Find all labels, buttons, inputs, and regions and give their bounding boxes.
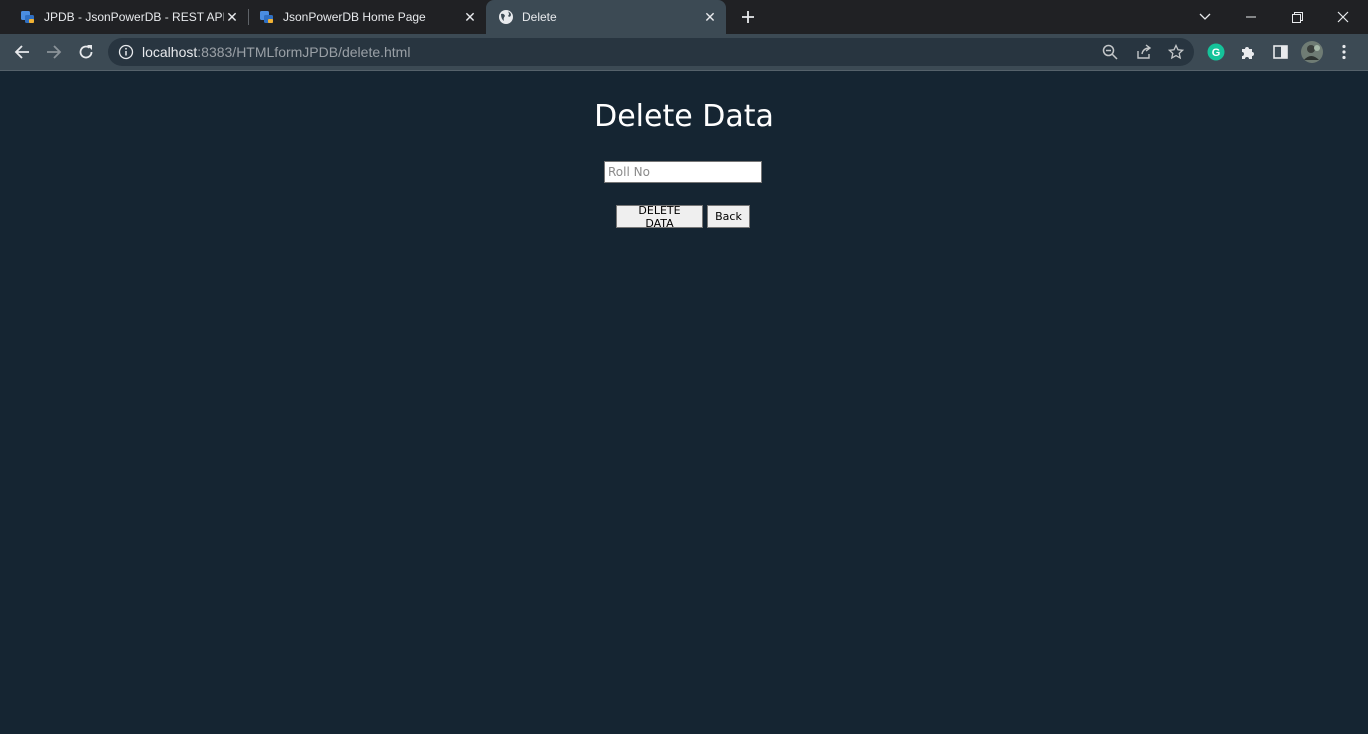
browser-toolbar: localhost:8383/HTMLformJPDB/delete.html … xyxy=(0,34,1368,71)
profile-avatar[interactable] xyxy=(1298,38,1326,66)
reload-icon[interactable] xyxy=(72,38,100,66)
back-button[interactable]: Back xyxy=(707,205,750,228)
tab-jpdb-home[interactable]: JsonPowerDB Home Page ✕ xyxy=(248,0,486,34)
bookmark-star-icon[interactable] xyxy=(1166,42,1186,62)
close-tab-icon[interactable]: ✕ xyxy=(702,9,718,25)
grammarly-letter: G xyxy=(1212,47,1221,59)
menu-kebab-icon[interactable] xyxy=(1330,38,1358,66)
tab-delete[interactable]: Delete ✕ xyxy=(486,0,726,34)
tab-title: JPDB - JsonPowerDB - REST API J xyxy=(44,10,224,24)
page-title: Delete Data xyxy=(594,99,774,134)
forward-arrow-icon[interactable] xyxy=(40,38,68,66)
close-tab-icon[interactable]: ✕ xyxy=(224,9,240,25)
grammarly-extension-icon[interactable]: G xyxy=(1202,38,1230,66)
url-host: localhost xyxy=(142,44,198,60)
extensions-puzzle-icon[interactable] xyxy=(1234,38,1262,66)
new-tab-plus-icon[interactable] xyxy=(738,7,758,27)
address-bar[interactable]: localhost:8383/HTMLformJPDB/delete.html xyxy=(108,38,1194,66)
url-path: :8383/HTMLformJPDB/delete.html xyxy=(197,44,411,60)
tab-strip: JPDB - JsonPowerDB - REST API J ✕ JsonPo… xyxy=(0,0,1368,34)
zoom-magnifier-icon[interactable] xyxy=(1100,42,1120,62)
share-icon[interactable] xyxy=(1134,42,1154,62)
tab-title: JsonPowerDB Home Page xyxy=(283,10,426,24)
page-content: Delete Data DELETE DATA Back xyxy=(0,71,1368,734)
globe-icon xyxy=(499,10,513,24)
restore-icon[interactable] xyxy=(1274,0,1320,34)
delete-data-button[interactable]: DELETE DATA xyxy=(616,204,703,230)
back-arrow-icon[interactable] xyxy=(8,38,36,66)
jpdb-logo-icon xyxy=(21,11,34,23)
roll-no-input[interactable] xyxy=(604,161,762,183)
side-panel-icon[interactable] xyxy=(1266,38,1294,66)
url-text: localhost:8383/HTMLformJPDB/delete.html xyxy=(142,44,410,60)
close-window-icon[interactable] xyxy=(1320,0,1366,34)
minimize-icon[interactable] xyxy=(1228,0,1274,34)
close-tab-icon[interactable]: ✕ xyxy=(462,9,478,25)
jpdb-logo-icon xyxy=(260,11,273,23)
site-info-icon[interactable] xyxy=(118,44,134,60)
tab-title: Delete xyxy=(522,10,557,24)
tab-search-chevron-icon[interactable] xyxy=(1182,0,1228,34)
tab-jpdb-rest-api[interactable]: JPDB - JsonPowerDB - REST API J ✕ xyxy=(0,0,248,34)
